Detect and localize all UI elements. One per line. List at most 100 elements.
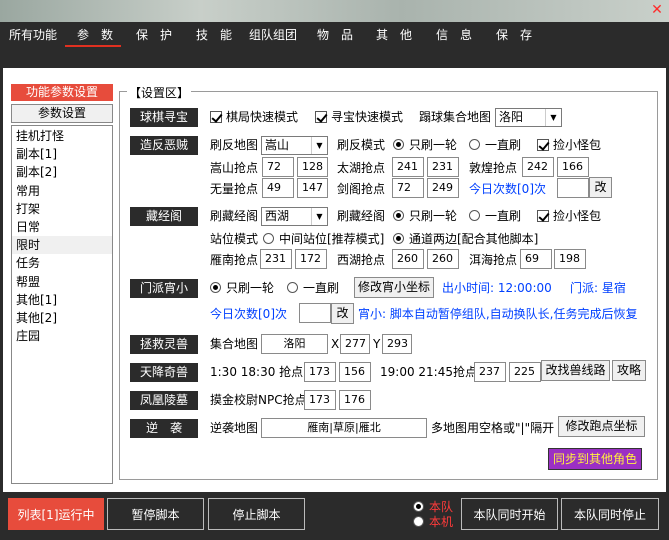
zaofan-always-radio[interactable]: 一直刷 [469, 137, 521, 153]
run-status-button[interactable]: 列表[1]运行中 [8, 498, 104, 530]
team-radio[interactable]: 本队 [413, 499, 453, 515]
list-item[interactable]: 常用 [12, 182, 112, 200]
menu-skills[interactable]: 技 能 [196, 26, 232, 43]
list-item[interactable]: 帮盟 [12, 273, 112, 291]
zaofan-map-value: 嵩山 [265, 138, 290, 152]
left-panel-header: 功能参数设置 [11, 84, 113, 101]
menpai-always-radio[interactable]: 一直刷 [287, 280, 339, 296]
menpai-count-input[interactable] [299, 303, 331, 323]
zaofan-pick-checkbox[interactable]: 捡小怪包 [537, 137, 601, 153]
station-middle-radio[interactable]: 中间站位[推荐模式] [263, 231, 384, 247]
xihu-y-input[interactable]: 260 [427, 249, 459, 269]
list-item[interactable]: 副本[2] [12, 163, 112, 181]
tianjiang-x2-input[interactable]: 237 [474, 362, 506, 382]
lingshou-x-input[interactable]: 277 [340, 334, 370, 354]
menu-protect[interactable]: 保 护 [136, 26, 172, 43]
zaofan-change-button[interactable]: 改 [589, 177, 612, 198]
zaofan-map-label: 刷反地图 [210, 138, 259, 152]
menu-all-functions[interactable]: 所有功能 [9, 26, 57, 43]
zaofan-map-select[interactable]: 嵩山 ▼ [261, 136, 328, 155]
wuliang-x-input[interactable]: 49 [262, 178, 294, 198]
xiaoxiao-time: 出小时间: 12:00:00 [442, 281, 552, 295]
dunhuang-x-input[interactable]: 242 [522, 157, 554, 177]
list-item[interactable]: 日常 [12, 218, 112, 236]
sync-to-other-roles-button[interactable]: 同步到其他角色 [548, 448, 642, 470]
cangjing-always-radio[interactable]: 一直刷 [469, 208, 521, 224]
mojin-y-input[interactable]: 176 [339, 390, 371, 410]
param-settings-tab[interactable]: 参数设置 [11, 104, 113, 123]
songshan-y-input[interactable]: 128 [297, 157, 328, 177]
close-icon[interactable]: ✕ [649, 2, 665, 18]
tianjiang-x1-input[interactable]: 173 [304, 362, 336, 382]
zaofan-once-label: 只刷一轮 [409, 138, 458, 152]
taihu-y-input[interactable]: 231 [427, 157, 459, 177]
zaofan-once-radio[interactable]: 只刷一轮 [393, 137, 457, 153]
x-coord-label: X [331, 337, 340, 351]
pause-script-button[interactable]: 暂停脚本 [107, 498, 204, 530]
section-qiuqi-label: 球棋寻宝 [130, 108, 198, 127]
radio-icon [287, 282, 298, 293]
jiange-y-input[interactable]: 249 [427, 178, 459, 198]
edit-xiaoxiao-coords-button[interactable]: 修改宵小坐标 [354, 277, 434, 298]
section-zhengjiu-label: 拯救灵兽 [130, 335, 198, 354]
list-item[interactable]: 打架 [12, 200, 112, 218]
menpai-always-label: 一直刷 [303, 281, 340, 295]
team-start-button[interactable]: 本队同时开始 [461, 498, 558, 530]
menu-items[interactable]: 物 品 [317, 26, 353, 43]
radio-icon [413, 516, 424, 527]
dunhuang-y-input[interactable]: 166 [557, 157, 589, 177]
menu-save[interactable]: 保 存 [496, 26, 532, 43]
team-stop-button[interactable]: 本队同时停止 [561, 498, 659, 530]
list-item[interactable]: 副本[1] [12, 145, 112, 163]
xihu-x-input[interactable]: 260 [392, 249, 424, 269]
change-route-button[interactable]: 改找兽线路 [541, 360, 610, 381]
xunbao-fast-checkbox[interactable]: 寻宝快速模式 [315, 109, 403, 125]
menu-params[interactable]: 参 数 [65, 26, 121, 47]
tianjiang-time2-label: 19:00 21:45抢点 [380, 365, 477, 379]
menu-info[interactable]: 信 息 [436, 26, 472, 43]
qiuqi-map-select[interactable]: 洛阳 ▼ [495, 108, 562, 127]
mojin-x-input[interactable]: 173 [304, 390, 336, 410]
erhai-x-input[interactable]: 69 [520, 249, 552, 269]
list-item[interactable]: 任务 [12, 254, 112, 272]
nixi-map-input[interactable]: 雁南|草原|雁北 [261, 418, 427, 438]
zaofan-count-input[interactable] [557, 178, 589, 198]
list-item[interactable]: 庄园 [12, 327, 112, 345]
gather-map-input[interactable]: 洛阳 [261, 334, 328, 354]
taihu-point-label: 太湖抢点 [337, 161, 386, 175]
cangjing-once-radio[interactable]: 只刷一轮 [393, 208, 457, 224]
list-item-selected[interactable]: 限时 [12, 236, 112, 255]
menu-other[interactable]: 其 他 [376, 26, 412, 43]
cangjing-map-select[interactable]: 西湖 ▼ [261, 207, 328, 226]
guide-button[interactable]: 攻略 [612, 360, 646, 381]
radio-selected-icon [413, 501, 424, 512]
station-sides-radio[interactable]: 通道两边[配合其他脚本] [393, 231, 538, 247]
xiaoxiao-note: 宵小: 脚本自动暂停组队,自动换队长,任务完成后恢复 [358, 307, 638, 321]
menpai-change-button[interactable]: 改 [331, 303, 354, 324]
cangjing-pick-checkbox[interactable]: 捡小怪包 [537, 208, 601, 224]
erhai-y-input[interactable]: 198 [554, 249, 586, 269]
menpai-once-radio[interactable]: 只刷一轮 [210, 280, 274, 296]
taihu-x-input[interactable]: 241 [392, 157, 424, 177]
edit-run-coords-button[interactable]: 修改跑点坐标 [558, 416, 645, 437]
checkbox-checked-icon [210, 111, 222, 123]
tianjiang-y1-input[interactable]: 156 [339, 362, 371, 382]
lingshou-y-input[interactable]: 293 [382, 334, 412, 354]
zaofan-pick-label: 捡小怪包 [553, 138, 602, 152]
wuliang-y-input[interactable]: 147 [297, 178, 328, 198]
list-item[interactable]: 其他[1] [12, 291, 112, 309]
zaofan-mode-label: 刷反模式 [337, 138, 386, 152]
chevron-down-icon: ▼ [311, 208, 327, 225]
qiuqi-fast-checkbox[interactable]: 棋局快速模式 [210, 109, 298, 125]
menu-team[interactable]: 组队组团 [249, 26, 297, 43]
local-radio[interactable]: 本机 [413, 514, 453, 530]
list-item[interactable]: 其他[2] [12, 309, 112, 327]
yannan-y-input[interactable]: 172 [295, 249, 327, 269]
list-item[interactable]: 挂机打怪 [12, 127, 112, 145]
jiange-x-input[interactable]: 72 [392, 178, 424, 198]
left-panel: 功能参数设置 参数设置 挂机打怪 副本[1] 副本[2] 常用 打架 日常 限时… [11, 84, 113, 486]
songshan-x-input[interactable]: 72 [262, 157, 294, 177]
tianjiang-y2-input[interactable]: 225 [509, 362, 541, 382]
yannan-x-input[interactable]: 231 [260, 249, 292, 269]
stop-script-button[interactable]: 停止脚本 [208, 498, 305, 530]
